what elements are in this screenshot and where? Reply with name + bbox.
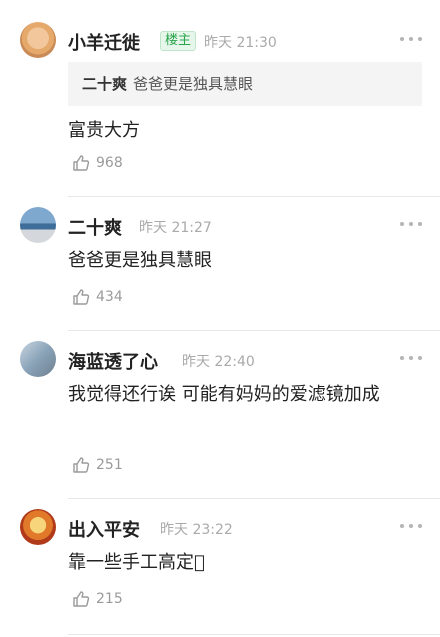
like-button[interactable]: 215	[72, 589, 123, 609]
comment-item: 二十爽 昨天 21:27 爸爸更是独具慧眼 434	[0, 197, 440, 331]
thumbs-up-icon	[73, 289, 90, 305]
like-button[interactable]: 968	[72, 153, 123, 173]
like-count: 968	[96, 155, 123, 171]
more-icon[interactable]	[400, 355, 422, 361]
user-avatar[interactable]	[20, 22, 56, 58]
user-avatar[interactable]	[20, 509, 56, 545]
username[interactable]: 海蓝透了心	[68, 348, 158, 374]
quoted-username: 二十爽	[82, 75, 128, 93]
like-count: 434	[96, 289, 123, 305]
thumbs-up-icon	[73, 457, 90, 473]
user-avatar[interactable]	[20, 207, 56, 243]
divider	[68, 634, 440, 635]
username[interactable]: 二十爽	[68, 214, 122, 240]
like-count: 251	[96, 457, 123, 473]
comment-time: 昨天 21:30	[204, 35, 277, 51]
comment-time: 昨天 23:22	[160, 522, 233, 538]
comment-text: 爸爸更是独具慧眼	[68, 250, 212, 271]
thumbs-up-icon	[73, 155, 90, 171]
like-button[interactable]: 251	[72, 455, 123, 475]
like-button[interactable]: 434	[72, 287, 123, 307]
more-icon[interactable]	[400, 221, 422, 227]
comment-item: 出入平安 昨天 23:22 靠一些手工高定􁅊 215	[0, 499, 440, 637]
user-avatar[interactable]	[20, 341, 56, 377]
username[interactable]: 小羊迁徙	[68, 29, 140, 55]
like-count: 215	[96, 591, 123, 607]
comment-item: 海蓝透了心 昨天 22:40 我觉得还行诶 可能有妈妈的爱滤镜加成 251	[0, 331, 440, 499]
comment-text: 靠一些手工高定􁅊	[68, 552, 205, 573]
comment-time: 昨天 22:40	[182, 354, 255, 370]
quoted-reply[interactable]: 二十爽 爸爸更是独具慧眼	[68, 62, 422, 106]
more-icon[interactable]	[400, 523, 422, 529]
more-icon[interactable]	[400, 36, 422, 42]
author-badge: 楼主	[160, 31, 197, 51]
comment-text: 我觉得还行诶 可能有妈妈的爱滤镜加成	[68, 384, 380, 405]
comment-time: 昨天 21:27	[139, 220, 212, 236]
quoted-text: 爸爸更是独具慧眼	[133, 75, 254, 93]
thumbs-up-icon	[73, 591, 90, 607]
username[interactable]: 出入平安	[68, 516, 140, 542]
comment-text: 富贵大方	[68, 120, 140, 141]
comment-item: 小羊迁徙 楼主 昨天 21:30 二十爽 爸爸更是独具慧眼 富贵大方 968	[0, 0, 440, 197]
